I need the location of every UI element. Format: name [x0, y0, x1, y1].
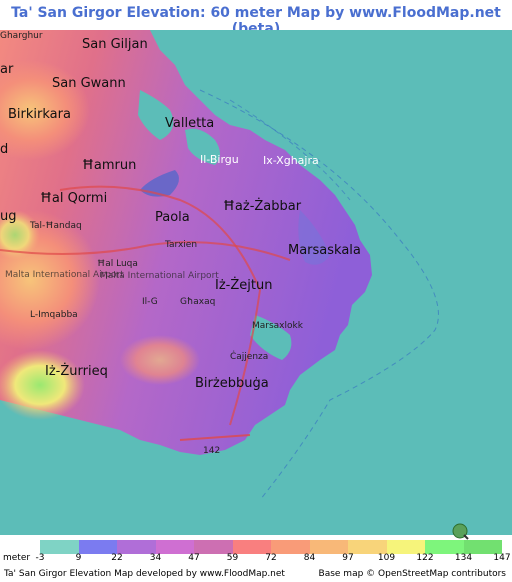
place-paola[interactable]: Paola	[155, 210, 190, 225]
osm-logo-icon	[452, 523, 469, 540]
place-left-edge-ar: ar	[0, 62, 14, 77]
legend-tick-label: -3	[35, 553, 45, 563]
legend-tick-label: 134	[454, 553, 473, 563]
place-l-imqabba[interactable]: L-Imqabba	[30, 310, 78, 320]
place-gharghur[interactable]: Gharghur	[0, 31, 43, 41]
legend-tick-label: 9	[75, 553, 82, 563]
legend-swatch	[271, 540, 310, 554]
legend-tick-label: 22	[111, 553, 123, 563]
place-ghaxaq[interactable]: Għaxaq	[180, 297, 215, 307]
footer: Ta' San Girgor Elevation Map developed b…	[0, 567, 512, 582]
place-hamrun[interactable]: Ħamrun	[82, 158, 136, 173]
legend-swatch	[309, 540, 348, 554]
place-iz-zejtun[interactable]: Iż-Żejtun	[215, 277, 272, 293]
legend-color-bar	[40, 540, 502, 554]
place-malta-airport-2[interactable]: Malta International Airport	[100, 271, 219, 281]
place-ix-xghajra[interactable]: Ix-Xghajra	[263, 154, 319, 167]
legend-swatch	[194, 540, 233, 554]
legend-tick-label: 122	[416, 553, 434, 563]
legend-swatch	[155, 540, 194, 554]
legend-tick-label: 59	[226, 553, 239, 563]
place-il-birgu[interactable]: Il-Birgu	[200, 153, 239, 166]
legend: meter -3 9 22 34 47 59 72 84 97 109 122 134 147	[0, 540, 512, 566]
place-san-gwann[interactable]: San Gwann	[52, 76, 126, 91]
footer-credit[interactable]: Ta' San Girgor Elevation Map developed b…	[4, 569, 285, 579]
place-il-g[interactable]: Il-G	[142, 297, 158, 307]
place-left-edge-d: d	[0, 142, 8, 157]
elevation-map[interactable]: Gharghur San Giljan San Gwann Birkirkara…	[0, 30, 512, 535]
legend-swatch	[386, 540, 425, 554]
legend-tick-label: 109	[377, 553, 396, 563]
legend-tick-label: 47	[188, 553, 200, 563]
place-birkirkara[interactable]: Birkirkara	[8, 107, 71, 122]
place-hal-luqa[interactable]: Ħal Luqa	[97, 259, 138, 269]
legend-tick-label: 34	[149, 553, 162, 563]
place-left-edge-ug: ug	[0, 209, 17, 224]
legend-swatch	[463, 540, 502, 554]
legend-tick-label: 97	[342, 553, 354, 563]
place-tal-handaq[interactable]: Tal-Ħandaq	[29, 221, 82, 231]
road-142-label: 142	[203, 446, 220, 456]
legend-swatch	[348, 540, 387, 554]
legend-tick-label: 72	[265, 553, 277, 563]
osm-badge[interactable]	[452, 522, 504, 540]
place-valletta[interactable]: Valletta	[165, 116, 214, 131]
map-header: Ta' San Girgor Elevation: 60 meter Map b…	[0, 0, 512, 37]
legend-swatch	[425, 540, 464, 554]
legend-unit: meter	[3, 553, 31, 563]
place-san-giljan[interactable]: San Giljan	[82, 37, 148, 52]
place-iz-zurrieq[interactable]: Iż-Żurrieq	[45, 363, 108, 379]
place-kalafrana[interactable]: Ċajjenza	[230, 351, 268, 362]
place-haz-zabbar[interactable]: Ħaż-Żabbar	[223, 198, 302, 214]
legend-tick-label: 147	[493, 553, 511, 563]
place-birzebbuga[interactable]: Birżebbuġa	[195, 376, 269, 391]
legend-swatch	[232, 540, 271, 554]
place-marsaxlokk[interactable]: Marsaxlokk	[252, 321, 304, 331]
legend-tick-label: 84	[303, 553, 316, 563]
legend-swatch	[78, 540, 117, 554]
legend-swatch	[40, 540, 79, 554]
highland-central	[120, 335, 200, 385]
map-canvas[interactable]: Gharghur San Giljan San Gwann Birkirkara…	[0, 30, 512, 535]
legend-swatch	[117, 540, 156, 554]
place-marsaskala[interactable]: Marsaskala	[288, 243, 361, 258]
footer-osm-credit[interactable]: Base map © OpenStreetMap contributors	[319, 569, 506, 579]
place-hal-qormi[interactable]: Ħal Qormi	[40, 191, 107, 206]
place-tarxien[interactable]: Tarxien	[164, 240, 197, 250]
